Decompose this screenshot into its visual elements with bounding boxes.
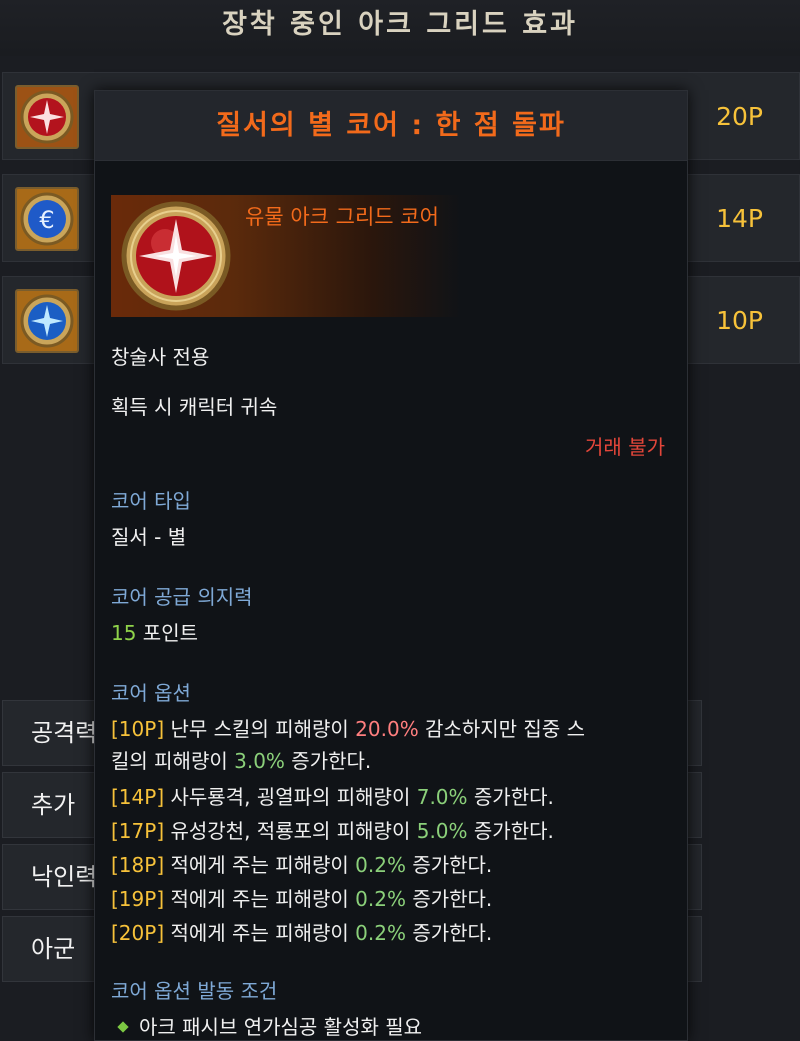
option-line: 킬의 피해량이 3.0% 증가한다. <box>111 745 371 774</box>
svg-text:€: € <box>39 206 54 234</box>
willpower-value: 15 포인트 <box>111 617 198 646</box>
option-value: 7.0% <box>416 785 468 809</box>
activation-condition: 아크 패시브 연가심공 활성화 필요 <box>111 1011 422 1040</box>
class-restriction: 창술사 전용 <box>111 345 210 369</box>
option-value: 3.0% <box>234 749 285 773</box>
option-line: [20P] 적에게 주는 피해량이 0.2% 증가한다. <box>111 917 492 946</box>
core-points: 14P <box>716 204 763 233</box>
option-text: 증가한다. <box>405 921 493 945</box>
stat-label: 공격력 <box>31 719 98 747</box>
option-text: 증가한다. <box>467 785 554 809</box>
option-tag: [18P] <box>111 853 165 877</box>
option-value: 0.2% <box>355 921 406 945</box>
core-points: 10P <box>716 306 763 335</box>
willpower-label: 코어 공급 의지력 <box>111 585 253 609</box>
option-value: 20.0% <box>355 717 419 741</box>
option-text: 적에게 주는 피해량이 <box>164 853 356 877</box>
tooltip-title: 질서의 별 코어 : 한 점 돌파 <box>95 91 687 161</box>
option-line: [17P] 유성강천, 적룡포의 피해량이 5.0% 증가한다. <box>111 815 554 844</box>
item-grade: 유물 아크 그리드 코어 <box>245 205 439 229</box>
red-star-core-icon <box>121 201 231 311</box>
option-text: 적에게 주는 피해량이 <box>164 921 356 945</box>
option-text: 감소하지만 집중 스 <box>418 717 585 741</box>
option-text: 증가한다. <box>467 819 554 843</box>
option-line: [19P] 적에게 주는 피해량이 0.2% 증가한다. <box>111 883 492 912</box>
option-text: 적에게 주는 피해량이 <box>164 887 356 911</box>
option-line: [10P] 난무 스킬의 피해량이 20.0% 감소하지만 집중 스 <box>111 713 585 742</box>
willpower-number: 15 <box>111 621 137 645</box>
diamond-bullet-icon <box>117 1021 129 1033</box>
blue-star-core-icon <box>15 289 79 353</box>
activation-text: 아크 패시브 연가심공 활성화 필요 <box>139 1015 423 1039</box>
option-value: 0.2% <box>355 887 406 911</box>
item-tooltip: 질서의 별 코어 : 한 점 돌파 유물 아크 그리드 코어 창술사 전용 획득… <box>94 90 688 1041</box>
core-points: 20P <box>716 102 763 131</box>
core-type-value: 질서 - 별 <box>111 525 187 549</box>
option-line: [18P] 적에게 주는 피해량이 0.2% 증가한다. <box>111 849 492 878</box>
trade-status: 거래 불가 <box>585 435 665 459</box>
option-value: 5.0% <box>416 819 468 843</box>
binding-info: 획득 시 캐릭터 귀속 <box>111 395 278 419</box>
option-text: 유성강천, 적룡포의 피해량이 <box>164 819 417 843</box>
option-text: 증가한다. <box>405 887 493 911</box>
stat-label: 아군 <box>31 935 76 963</box>
core-type-label: 코어 타입 <box>111 489 191 513</box>
core-options-label: 코어 옵션 <box>111 681 191 705</box>
option-tag: [14P] <box>111 785 165 809</box>
option-text: 난무 스킬의 피해량이 <box>164 717 356 741</box>
activation-label: 코어 옵션 발동 조건 <box>111 979 278 1003</box>
willpower-unit: 포인트 <box>136 621 199 645</box>
option-text: 증가한다. <box>284 749 372 773</box>
option-tag: [17P] <box>111 819 165 843</box>
option-tag: [10P] <box>111 717 165 741</box>
stat-label: 추가 <box>31 791 76 819</box>
option-text: 사두룡격, 굉열파의 피해량이 <box>164 785 417 809</box>
option-text: 증가한다. <box>405 853 493 877</box>
stat-label: 낙인력 <box>31 863 98 891</box>
option-text: 킬의 피해량이 <box>111 749 235 773</box>
option-tag: [20P] <box>111 921 165 945</box>
option-line: [14P] 사두룡격, 굉열파의 피해량이 7.0% 증가한다. <box>111 781 554 810</box>
option-tag: [19P] <box>111 887 165 911</box>
red-star-core-icon <box>15 85 79 149</box>
option-value: 0.2% <box>355 853 406 877</box>
blue-euro-core-icon: € <box>15 187 79 251</box>
panel-title: 장착 중인 아크 그리드 효과 <box>0 0 800 56</box>
